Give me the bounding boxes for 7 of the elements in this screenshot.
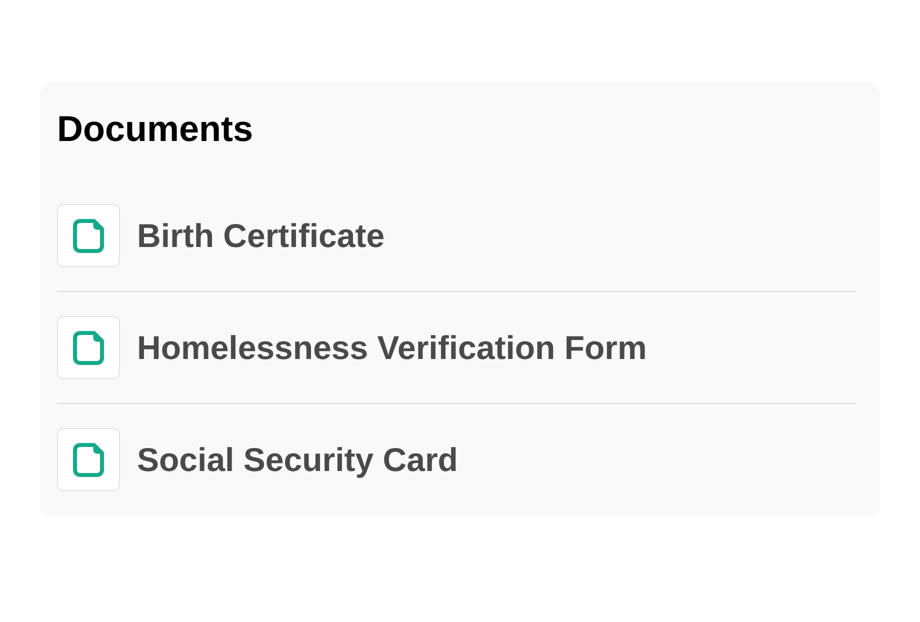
document-name: Social Security Card (137, 440, 458, 480)
card-title: Documents (57, 109, 254, 149)
document-icon (57, 316, 120, 379)
document-name: Homelessness Verification Form (137, 328, 647, 368)
document-name: Birth Certificate (137, 216, 385, 256)
document-icon (57, 204, 120, 267)
document-icon (57, 428, 120, 491)
